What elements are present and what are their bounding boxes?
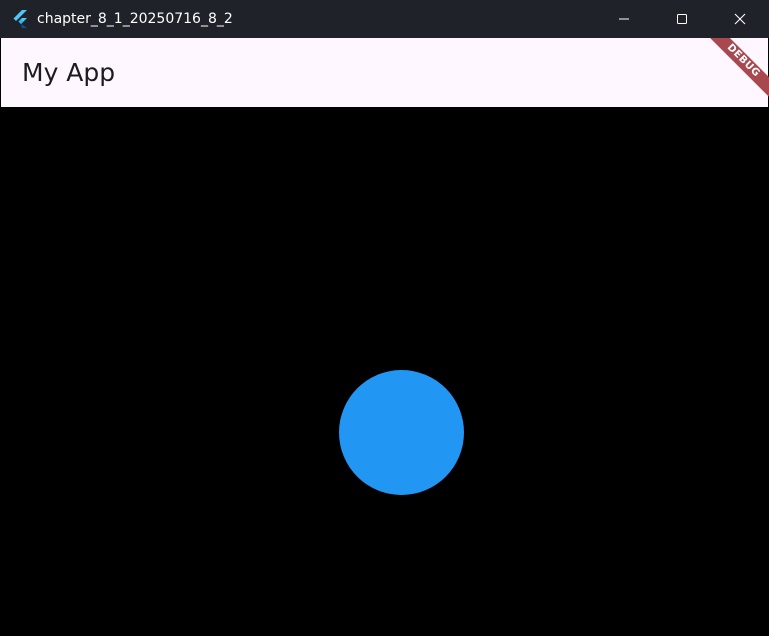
close-button[interactable] [711, 0, 769, 38]
flutter-icon [11, 10, 29, 28]
window-controls [595, 0, 769, 38]
title-bar[interactable]: chapter_8_1_20250716_8_2 [0, 0, 769, 38]
minimize-icon [618, 10, 630, 29]
page-title: My App [22, 58, 116, 87]
minimize-button[interactable] [595, 0, 653, 38]
maximize-button[interactable] [653, 0, 711, 38]
app-window: chapter_8_1_20250716_8_2 My App DEBUG [0, 0, 769, 636]
content-area [1, 107, 768, 636]
app-bar: My App [1, 38, 768, 107]
close-icon [734, 10, 746, 29]
maximize-icon [676, 10, 688, 29]
blue-circle [339, 370, 464, 495]
window-title: chapter_8_1_20250716_8_2 [37, 11, 233, 27]
